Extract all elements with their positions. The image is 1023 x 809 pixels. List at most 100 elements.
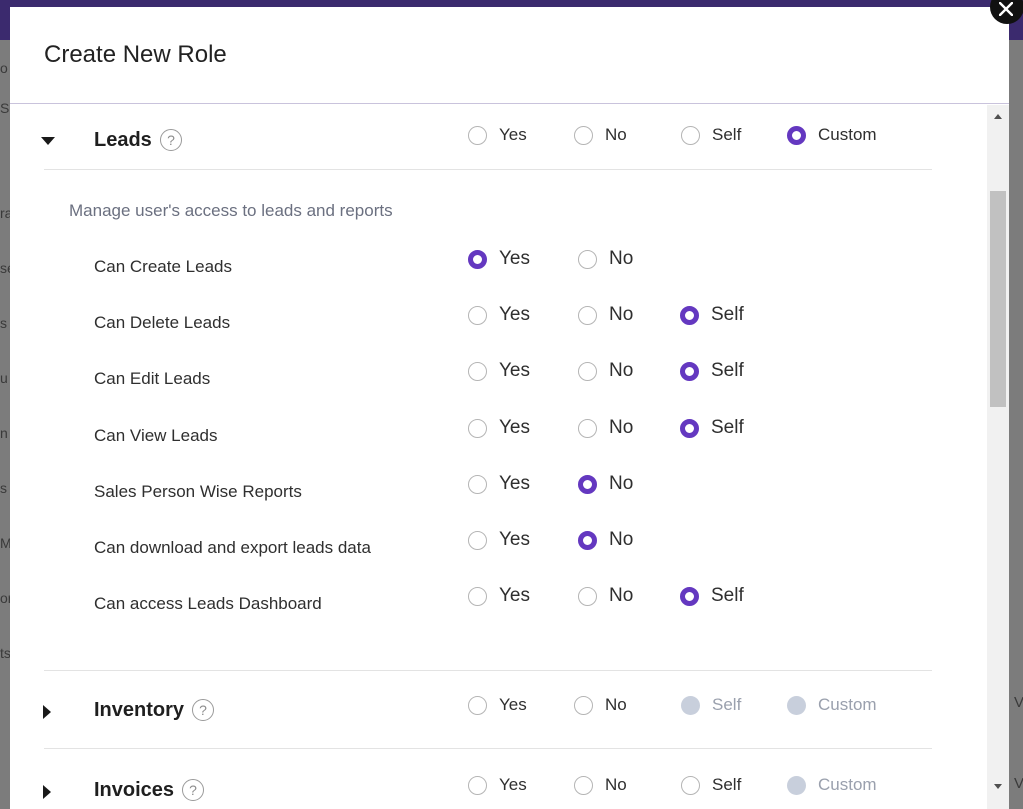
section-divider — [44, 748, 932, 749]
radio-self-selected[interactable] — [680, 361, 699, 381]
radio-option-no[interactable]: No — [578, 585, 633, 607]
radio-option-custom[interactable]: Custom — [787, 125, 877, 145]
radio-option-yes[interactable]: Yes — [468, 248, 530, 270]
option-label: Yes — [499, 695, 527, 714]
radio-option-self[interactable]: Self — [681, 125, 741, 145]
radio-yes[interactable] — [468, 530, 487, 550]
radio-option-no[interactable]: No — [574, 125, 627, 145]
radio-self[interactable] — [681, 775, 700, 795]
background-text: se — [0, 260, 10, 276]
radio-option-no[interactable]: No — [578, 473, 633, 495]
radio-option-no[interactable]: No — [578, 417, 633, 439]
radio-option-no[interactable]: No — [574, 775, 627, 795]
caret-down-icon[interactable] — [41, 137, 55, 145]
radio-no-selected[interactable] — [578, 474, 597, 494]
permission-label: Sales Person Wise Reports — [94, 482, 302, 501]
option-label: Yes — [499, 529, 530, 550]
background-text: M — [0, 535, 10, 551]
radio-yes[interactable] — [468, 305, 487, 325]
radio-custom — [787, 695, 806, 715]
radio-no[interactable] — [574, 125, 593, 145]
radio-self — [681, 695, 700, 715]
help-icon[interactable]: ? — [182, 779, 204, 801]
permission-label: Can Delete Leads — [94, 313, 231, 332]
radio-yes[interactable] — [468, 474, 487, 494]
radio-yes[interactable] — [468, 361, 487, 381]
permission-label: Can access Leads Dashboard — [94, 594, 322, 613]
permissions-scroll-area[interactable]: Leads? Yes No Self Custom Manage user's acces… — [10, 105, 1009, 809]
section-header-inventory[interactable]: Inventory? Yes No Self Custom — [10, 675, 987, 741]
background-text: S — [0, 100, 10, 116]
radio-yes-selected[interactable] — [468, 249, 487, 269]
option-label: No — [609, 585, 634, 606]
option-label: Self — [711, 304, 744, 325]
radio-option-yes[interactable]: Yes — [468, 360, 530, 382]
scroll-down-button[interactable] — [987, 779, 1009, 793]
radio-option-yes[interactable]: Yes — [468, 529, 530, 551]
scroll-up-button[interactable] — [987, 109, 1009, 123]
radio-self-selected[interactable] — [680, 305, 699, 325]
radio-option-self[interactable]: Self — [680, 360, 744, 382]
radio-option-yes[interactable]: Yes — [468, 417, 530, 439]
radio-self-selected[interactable] — [680, 586, 699, 606]
radio-no[interactable] — [578, 249, 597, 269]
radio-option-no[interactable]: No — [578, 248, 633, 270]
radio-no[interactable] — [574, 775, 593, 795]
radio-option-self[interactable]: Self — [680, 585, 744, 607]
radio-yes[interactable] — [468, 125, 487, 145]
radio-yes[interactable] — [468, 418, 487, 438]
radio-option-no[interactable]: No — [578, 360, 633, 382]
help-icon[interactable]: ? — [192, 699, 214, 721]
option-label: Yes — [499, 775, 527, 794]
radio-no[interactable] — [578, 305, 597, 325]
section-title: Leads — [94, 129, 152, 151]
radio-option-yes[interactable]: Yes — [468, 585, 530, 607]
caret-right-icon[interactable] — [43, 705, 51, 719]
radio-no[interactable] — [578, 418, 597, 438]
option-label: No — [609, 248, 634, 269]
option-label: No — [605, 125, 627, 144]
radio-option-no[interactable]: No — [578, 529, 633, 551]
radio-option-no[interactable]: No — [578, 304, 633, 326]
radio-option-yes[interactable]: Yes — [468, 125, 527, 145]
radio-yes[interactable] — [468, 695, 487, 715]
background-text: o — [0, 60, 8, 76]
radio-option-self[interactable]: Self — [680, 417, 744, 439]
radio-no[interactable] — [574, 695, 593, 715]
section-title: Inventory — [94, 699, 185, 721]
radio-option-self[interactable]: Self — [681, 775, 741, 795]
radio-yes[interactable] — [468, 775, 487, 795]
section-header-invoices[interactable]: Invoices? Yes No Self Custom — [10, 755, 987, 809]
background-text: u — [0, 370, 8, 386]
option-label: Yes — [499, 417, 530, 438]
scroll-thumb[interactable] — [990, 191, 1006, 407]
option-label: Self — [712, 695, 742, 714]
option-label: No — [605, 775, 627, 794]
option-label: No — [609, 473, 634, 494]
section-header-leads[interactable]: Leads? Yes No Self Custom — [10, 105, 987, 171]
help-icon[interactable]: ? — [160, 129, 182, 151]
create-role-modal: Create New Role Leads? Yes No Self Custom Man… — [10, 7, 1009, 809]
background-text: ra — [0, 205, 10, 221]
option-label: No — [609, 360, 634, 381]
radio-option-yes[interactable]: Yes — [468, 775, 527, 795]
radio-option-yes[interactable]: Yes — [468, 695, 527, 715]
radio-option-self[interactable]: Self — [680, 304, 744, 326]
radio-no[interactable] — [578, 361, 597, 381]
radio-option-yes[interactable]: Yes — [468, 473, 530, 495]
radio-option-no[interactable]: No — [574, 695, 627, 715]
radio-no[interactable] — [578, 586, 597, 606]
radio-no-selected[interactable] — [578, 530, 597, 550]
radio-option-yes[interactable]: Yes — [468, 304, 530, 326]
radio-yes[interactable] — [468, 586, 487, 606]
section-divider — [44, 169, 932, 170]
radio-self-selected[interactable] — [680, 418, 699, 438]
radio-self[interactable] — [681, 125, 700, 145]
option-label: Self — [711, 360, 744, 381]
background-text: ts — [0, 645, 10, 661]
caret-right-icon[interactable] — [43, 785, 51, 799]
option-label: Self — [712, 125, 742, 144]
scrollbar[interactable] — [987, 105, 1009, 809]
permission-label: Can Edit Leads — [94, 369, 211, 388]
radio-custom-selected[interactable] — [787, 125, 806, 145]
